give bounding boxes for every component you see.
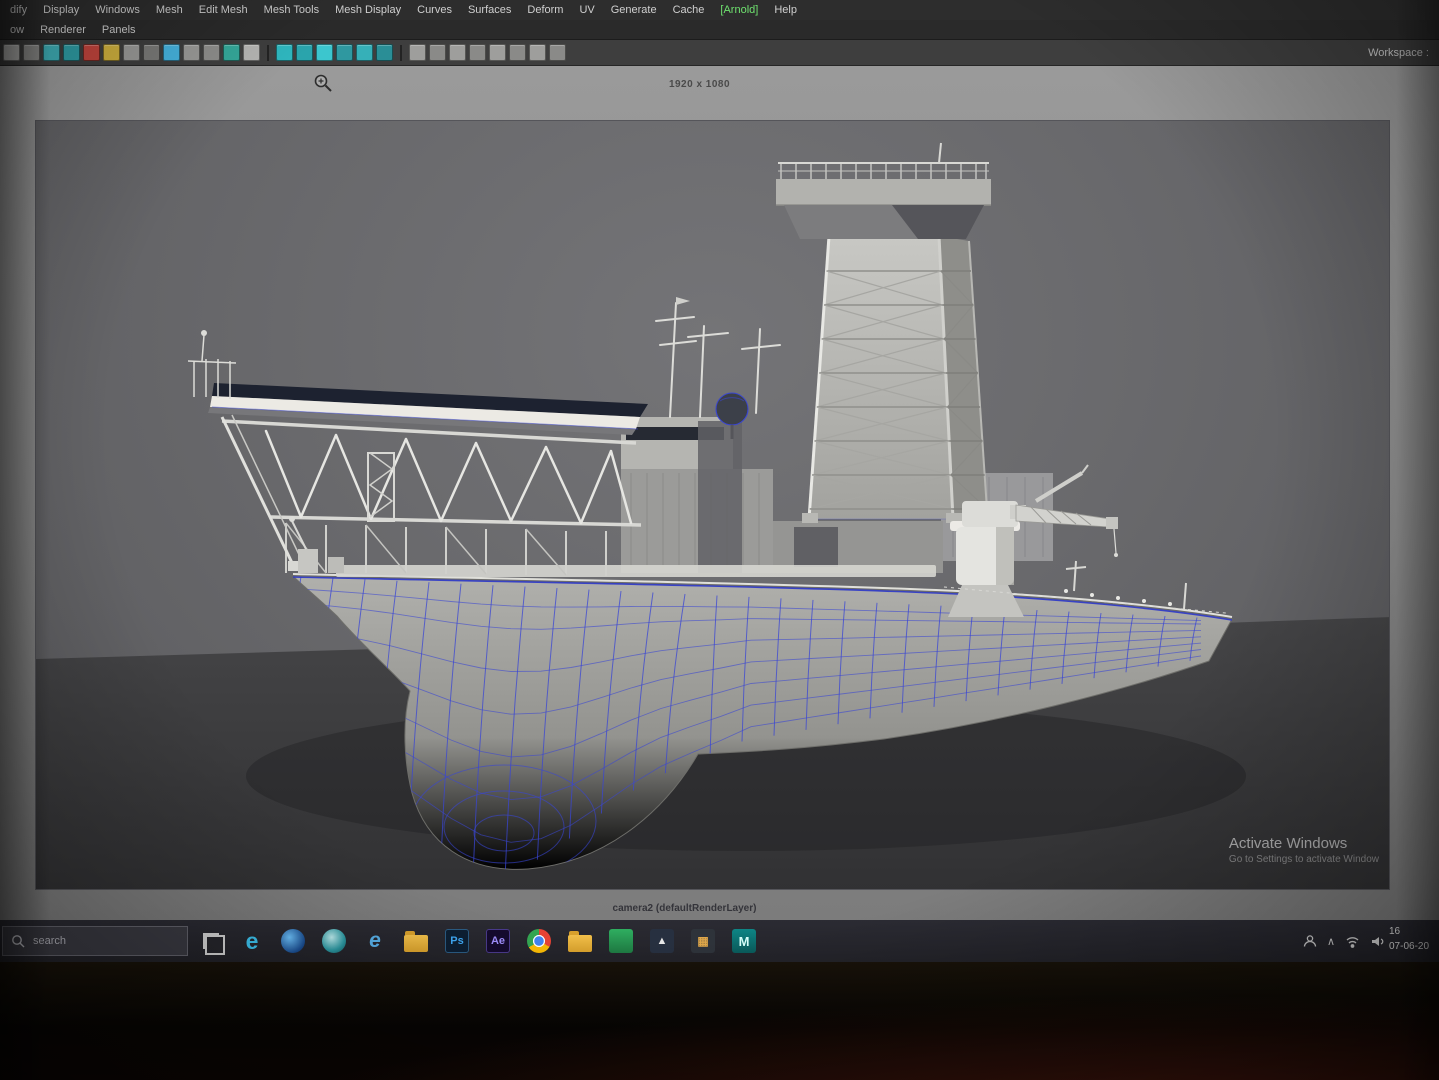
tray-date: 07-06-20	[1389, 941, 1430, 952]
maya-window: dify Display Windows Mesh Edit Mesh Mesh…	[0, 0, 1439, 962]
shelf-icon[interactable]	[376, 44, 393, 61]
viewport-3d[interactable]: Activate Windows Go to Settings to activ…	[35, 120, 1390, 890]
menu-curves[interactable]: Curves	[409, 4, 460, 16]
shelf-icon[interactable]	[183, 44, 200, 61]
shelf-icon[interactable]	[529, 44, 546, 61]
menu-display[interactable]: Display	[35, 4, 87, 16]
shelf-icon[interactable]	[163, 44, 180, 61]
shelf-icon[interactable]	[469, 44, 486, 61]
monitor-photo: dify Display Windows Mesh Edit Mesh Mesh…	[0, 0, 1439, 1080]
photoshop-icon[interactable]: Ps	[444, 928, 470, 954]
search-input[interactable]	[31, 934, 161, 948]
system-tray	[1303, 920, 1385, 962]
workspace-label: Workspace :	[1368, 46, 1429, 59]
shelf-separator	[400, 44, 402, 61]
shelf-icon[interactable]	[223, 44, 240, 61]
menu-mesh-display[interactable]: Mesh Display	[327, 4, 409, 16]
menu-arnold[interactable]: [Arnold]	[712, 4, 766, 16]
menu-uv[interactable]: UV	[571, 4, 602, 16]
shelf-icon[interactable]	[203, 44, 220, 61]
user-icon[interactable]	[1303, 934, 1317, 948]
chrome-icon[interactable]	[526, 928, 552, 954]
photos-app-icon[interactable]	[280, 928, 306, 954]
shelf-icon[interactable]	[356, 44, 373, 61]
shelf-icon[interactable]	[143, 44, 160, 61]
menu-cache[interactable]: Cache	[665, 4, 713, 16]
menu-renderer[interactable]: Renderer	[32, 24, 94, 36]
taskbar-icons: e e Ps Ae ▲ ▦ M	[198, 920, 757, 962]
menu-mesh-tools[interactable]: Mesh Tools	[256, 4, 327, 16]
menu-deform[interactable]: Deform	[519, 4, 571, 16]
menu-generate[interactable]: Generate	[603, 4, 665, 16]
menu-show[interactable]: ow	[2, 24, 32, 36]
shelf-separator	[267, 44, 269, 61]
shelf-icon[interactable]	[83, 44, 100, 61]
menu-panels[interactable]: Panels	[94, 24, 144, 36]
ship-render	[36, 142, 1389, 889]
camera-caption: camera2 (defaultRenderLayer)	[612, 903, 757, 914]
resolution-label: 1920 x 1080	[668, 79, 731, 90]
shelf-icon[interactable]	[296, 44, 313, 61]
shelf-icon[interactable]	[243, 44, 260, 61]
menu-edit-mesh[interactable]: Edit Mesh	[191, 4, 256, 16]
shelf-icon[interactable]	[489, 44, 506, 61]
menu-modify[interactable]: dify	[2, 4, 35, 16]
render-view: 1920 x 1080 Activate Windows Go to Setti…	[0, 66, 1439, 920]
tray-time: 16	[1389, 926, 1401, 937]
menu-surfaces[interactable]: Surfaces	[460, 4, 519, 16]
after-effects-icon[interactable]: Ae	[485, 928, 511, 954]
tray-chevron-icon[interactable]	[1327, 932, 1335, 950]
menu-bar: dify Display Windows Mesh Edit Mesh Mesh…	[0, 0, 1439, 20]
shelf-icon[interactable]	[63, 44, 80, 61]
taskbar-clock[interactable]: 16 07-06-20	[1389, 924, 1439, 954]
shelf-icon[interactable]	[509, 44, 526, 61]
task-view-icon	[203, 933, 219, 949]
shelf-icon[interactable]	[316, 44, 333, 61]
globe-app-icon[interactable]	[321, 928, 347, 954]
volume-icon[interactable]	[1370, 935, 1385, 948]
shelf-icon[interactable]	[276, 44, 293, 61]
folder-icon[interactable]	[567, 928, 593, 954]
network-icon[interactable]	[1345, 935, 1360, 948]
internet-explorer-icon[interactable]: e	[362, 928, 388, 954]
menu-mesh[interactable]: Mesh	[148, 4, 191, 16]
edge-icon[interactable]: e	[239, 928, 265, 954]
menu-windows[interactable]: Windows	[87, 4, 148, 16]
shelf-icon[interactable]	[123, 44, 140, 61]
task-view-button[interactable]	[198, 928, 224, 954]
shelf-icon[interactable]	[336, 44, 353, 61]
shelf-icon[interactable]	[549, 44, 566, 61]
image-app-icon[interactable]: ▦	[690, 928, 716, 954]
shelf-icon[interactable]	[449, 44, 466, 61]
menu-help[interactable]: Help	[766, 4, 805, 16]
shelf-icon[interactable]	[43, 44, 60, 61]
maya-icon[interactable]: M	[731, 928, 757, 954]
zoom-cursor-icon	[314, 74, 332, 92]
taskbar-search[interactable]	[2, 926, 188, 956]
search-icon	[12, 935, 25, 948]
shelf-icon[interactable]	[23, 44, 40, 61]
shelf-icon[interactable]	[429, 44, 446, 61]
file-explorer-icon[interactable]	[403, 928, 429, 954]
shelf-icon[interactable]	[409, 44, 426, 61]
desk-surface	[0, 962, 1439, 1080]
media-app-icon[interactable]: ▲	[649, 928, 675, 954]
green-app-icon[interactable]	[608, 928, 634, 954]
shelf-toolbar: Workspace :	[0, 40, 1439, 66]
shelf-icon[interactable]	[103, 44, 120, 61]
windows-taskbar: e e Ps Ae ▲ ▦ M 16	[0, 920, 1439, 962]
panel-menu-bar: ow Renderer Panels	[0, 20, 1439, 40]
shelf-icon[interactable]	[3, 44, 20, 61]
